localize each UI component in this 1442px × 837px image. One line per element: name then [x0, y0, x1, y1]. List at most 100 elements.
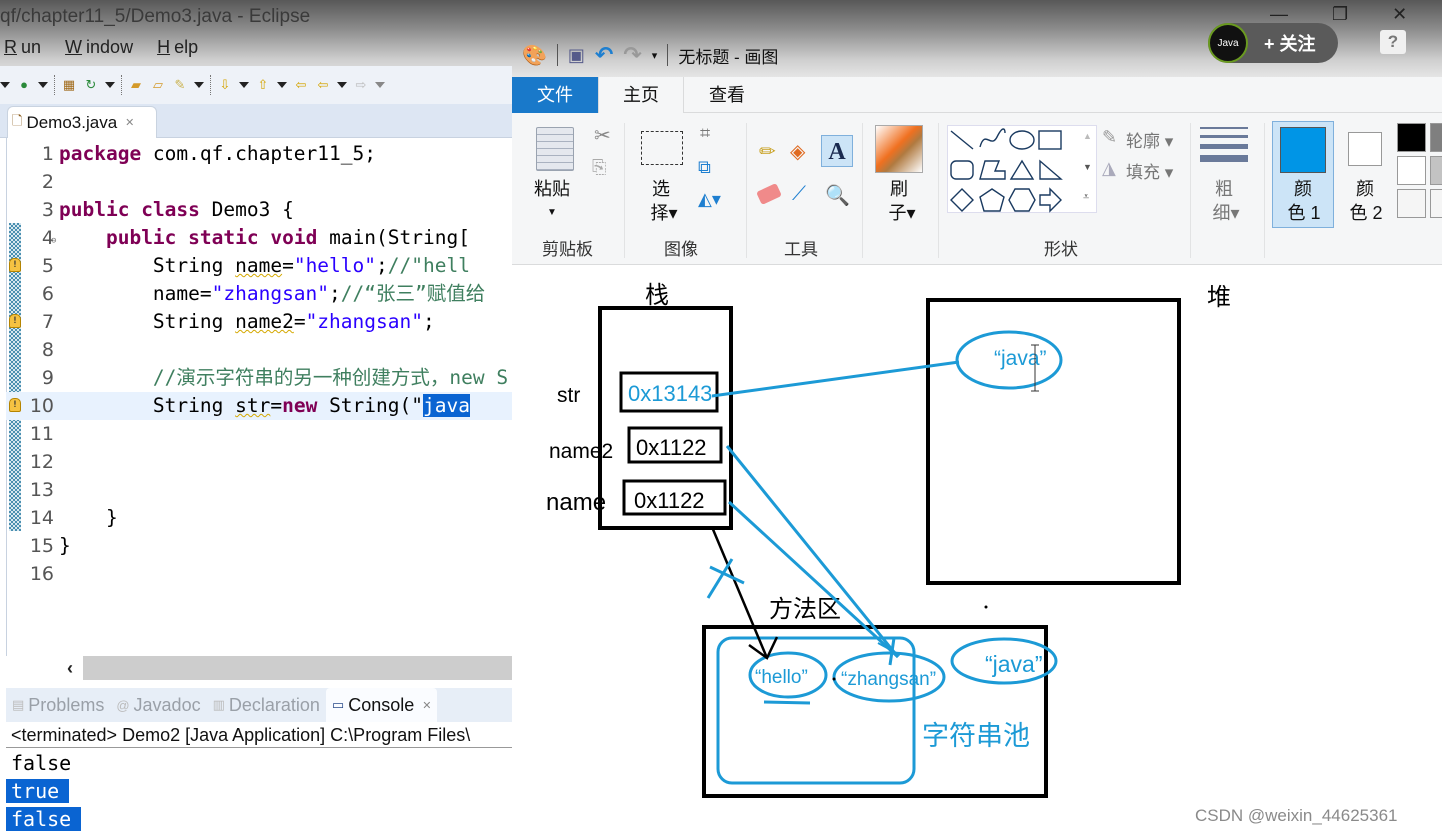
run-coverage-icon[interactable]: ●: [16, 77, 32, 93]
color-picker-icon[interactable]: ⟋: [792, 183, 806, 206]
redo-icon[interactable]: ↷: [623, 42, 641, 68]
refresh-icon[interactable]: ↻: [83, 77, 99, 93]
menu-window[interactable]: Window: [61, 37, 137, 58]
customize-qat-icon[interactable]: ▾: [652, 49, 658, 62]
paint-app-icon[interactable]: 🎨: [522, 43, 547, 68]
palette-swatch[interactable]: [1430, 189, 1442, 218]
outline-icon[interactable]: ✎: [1102, 127, 1117, 148]
code-line[interactable]: 15}: [6, 532, 512, 560]
close-window-icon[interactable]: ✕: [1392, 4, 1407, 25]
color2-label-2[interactable]: 色 2: [1344, 201, 1388, 225]
view-tab-console[interactable]: ▭ Console ✕: [325, 688, 438, 722]
palette-swatch[interactable]: [1430, 156, 1442, 185]
pencil-icon[interactable]: ✏: [759, 139, 776, 164]
brushes-label-2[interactable]: 子▾: [882, 201, 922, 225]
code-line[interactable]: 3 public class Demo3 {: [6, 196, 512, 224]
code-line[interactable]: 2: [6, 168, 512, 196]
help-icon[interactable]: ?: [1380, 30, 1406, 54]
menu-run[interactable]: Run: [0, 37, 45, 58]
fill-icon[interactable]: ◮: [1102, 158, 1116, 179]
forward-icon[interactable]: ⇨: [353, 77, 369, 93]
open-folder-icon[interactable]: ▱: [150, 77, 166, 93]
warning-icon[interactable]: !: [9, 398, 21, 412]
paint-tab[interactable]: 文件: [512, 77, 598, 113]
code-line[interactable]: ! 10 String str=new String("java: [6, 392, 512, 420]
fold-icon[interactable]: ⊖: [51, 227, 56, 255]
code-line[interactable]: 11: [6, 420, 512, 448]
code-line[interactable]: 9 //演示字符串的另一种创建方式，new S: [6, 364, 512, 392]
rotate-icon[interactable]: ◭▾: [698, 189, 721, 210]
fill-button[interactable]: 填充 ▾: [1126, 158, 1173, 183]
console-output[interactable]: false true false: [6, 749, 512, 837]
paint-tab[interactable]: 主页: [598, 77, 684, 113]
select-rect-icon[interactable]: [641, 131, 683, 165]
dropdown-arrow-icon[interactable]: [375, 82, 385, 88]
new-package-icon[interactable]: ▦: [61, 77, 77, 93]
eraser-icon[interactable]: [756, 183, 782, 205]
last-edit-icon[interactable]: ⇦: [293, 77, 309, 93]
open-type-icon[interactable]: ▰: [128, 77, 144, 93]
select-button-label-1[interactable]: 选: [648, 177, 674, 201]
paint-tab[interactable]: 查看: [684, 77, 770, 113]
cut-icon[interactable]: ✂: [594, 123, 611, 148]
code-line[interactable]: 6 name="zhangsan";//“张三”赋值给: [6, 280, 512, 308]
paste-dropdown-icon[interactable]: ▼: [542, 201, 562, 225]
code-line[interactable]: 14 }: [6, 504, 512, 532]
close-icon[interactable]: ✕: [125, 116, 134, 129]
dropdown-arrow-icon[interactable]: [105, 82, 115, 88]
search-icon[interactable]: ✎: [172, 77, 188, 93]
code-line[interactable]: ! 5 String name="hello";//"hell: [6, 252, 512, 280]
code-line[interactable]: 13: [6, 476, 512, 504]
code-line[interactable]: 4 ⊖ public static void main(String[: [6, 224, 512, 252]
scroll-left-icon[interactable]: ‹: [58, 656, 82, 680]
code-line[interactable]: 1 package com.qf.chapter11_5;: [6, 140, 512, 168]
size-label-2[interactable]: 细▾: [1206, 201, 1246, 225]
magnifier-icon[interactable]: 🔍: [825, 183, 850, 208]
code-line[interactable]: 16: [6, 560, 512, 588]
code-line[interactable]: 12: [6, 448, 512, 476]
brush-icon[interactable]: [875, 125, 923, 173]
save-icon[interactable]: ▣: [568, 45, 585, 66]
code-line[interactable]: ! 7 String name2="zhangsan";: [6, 308, 512, 336]
view-tab-javadoc[interactable]: @ Javadoc: [110, 688, 206, 722]
outline-button[interactable]: 轮廓 ▾: [1126, 127, 1173, 152]
dropdown-arrow-icon[interactable]: [0, 82, 10, 88]
dropdown-arrow-icon[interactable]: [38, 82, 48, 88]
palette-swatch[interactable]: [1397, 189, 1426, 218]
size-icon[interactable]: [1200, 127, 1248, 162]
minimize-icon[interactable]: —: [1270, 4, 1288, 25]
warning-icon[interactable]: !: [9, 314, 21, 328]
dropdown-arrow-icon[interactable]: [277, 82, 287, 88]
dropdown-arrow-icon[interactable]: [337, 82, 347, 88]
dropdown-arrow-icon[interactable]: [239, 82, 249, 88]
scrollbar-thumb[interactable]: [83, 656, 512, 680]
undo-icon[interactable]: ↶: [595, 42, 613, 68]
next-annotation-icon[interactable]: ⇩: [217, 77, 233, 93]
editor-tab-demo3[interactable]: 🗋 Demo3.java ✕: [7, 106, 157, 138]
crop-icon[interactable]: ⌗: [700, 123, 710, 144]
resize-icon[interactable]: ⧉: [698, 157, 711, 178]
dropdown-arrow-icon[interactable]: [194, 82, 204, 88]
palette-swatch[interactable]: [1430, 123, 1442, 152]
restore-icon[interactable]: ❐: [1332, 4, 1348, 25]
clipboard-icon[interactable]: [536, 127, 574, 171]
palette-swatch[interactable]: [1397, 123, 1426, 152]
copy-icon[interactable]: ⎘: [592, 157, 606, 178]
follow-button[interactable]: Java + 关注: [1208, 23, 1338, 63]
size-label-1[interactable]: 粗: [1211, 177, 1237, 201]
text-tool-icon[interactable]: A: [821, 135, 853, 167]
view-tab-problems[interactable]: ▤ Problems: [6, 688, 110, 722]
prev-annotation-icon[interactable]: ⇧: [255, 77, 271, 93]
view-tab-declaration[interactable]: ▥ Declaration: [207, 688, 326, 722]
palette-swatch[interactable]: [1397, 156, 1426, 185]
menu-help[interactable]: Help: [153, 37, 202, 58]
code-line[interactable]: 8: [6, 336, 512, 364]
close-icon[interactable]: ✕: [422, 699, 431, 712]
brushes-label-1[interactable]: 刷: [886, 177, 912, 201]
select-button-label-2[interactable]: 择▾: [644, 201, 684, 225]
color2-swatch[interactable]: [1348, 132, 1382, 166]
paste-button[interactable]: 粘贴: [532, 177, 572, 201]
color2-label-1[interactable]: 颜: [1350, 177, 1380, 201]
warning-icon[interactable]: !: [9, 258, 21, 272]
fill-bucket-icon[interactable]: ◈: [790, 139, 805, 164]
